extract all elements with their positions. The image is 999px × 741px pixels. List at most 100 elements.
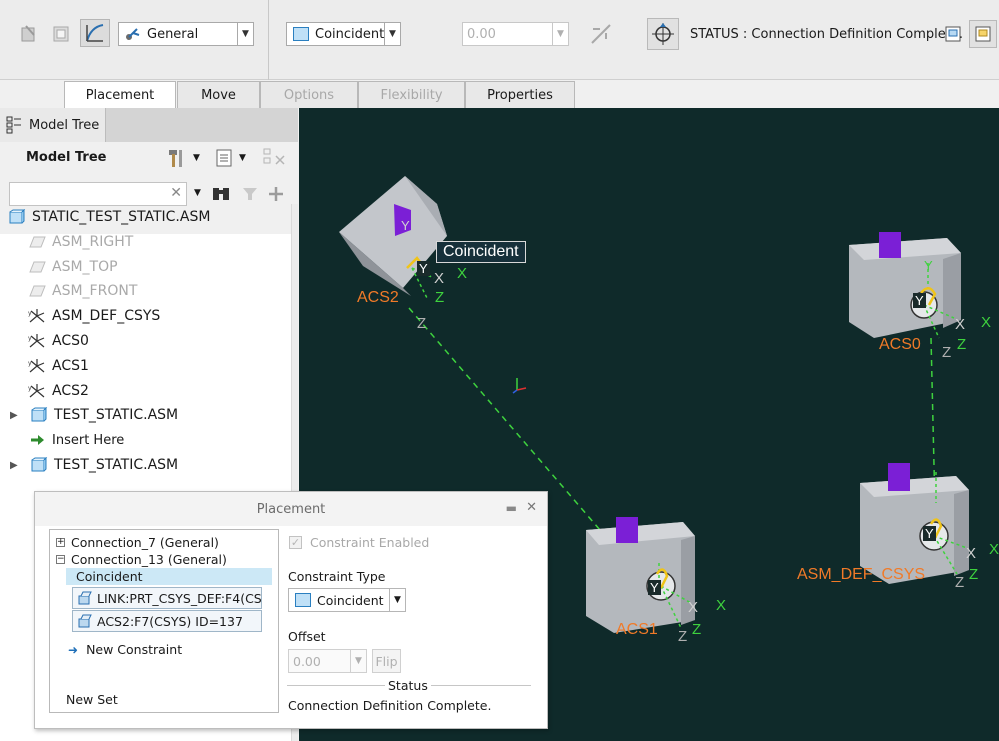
flip-button[interactable]: Flip bbox=[372, 649, 401, 673]
marker-block-icon bbox=[888, 463, 910, 491]
mechanism-connection-icon[interactable] bbox=[80, 19, 110, 47]
tab-move[interactable]: Move bbox=[177, 81, 260, 108]
reference-collector[interactable]: ACS2:F7(CSYS) ID=137 bbox=[72, 610, 262, 632]
cube-acs2[interactable] bbox=[339, 176, 447, 296]
tree-item[interactable]: ▶ TEST_STATIC.ASM bbox=[0, 403, 292, 427]
axis-z-label: Z bbox=[955, 574, 965, 591]
tree-item[interactable]: ASM_TOP bbox=[0, 255, 292, 279]
tree-item-label: ASM_TOP bbox=[52, 258, 118, 275]
component-drag-icon[interactable] bbox=[647, 18, 679, 50]
connection-type-value: General bbox=[147, 26, 199, 42]
tree-item[interactable]: STATIC_TEST_STATIC.ASM bbox=[0, 205, 292, 229]
expand-arrow-icon[interactable]: ▶ bbox=[10, 460, 18, 471]
tree-item[interactable]: ASM_FRONT bbox=[0, 279, 292, 303]
user-defined-icon[interactable] bbox=[14, 20, 44, 48]
tree-item[interactable]: Insert Here bbox=[0, 428, 292, 452]
axis-x-label: X bbox=[955, 316, 966, 333]
tree-search-input[interactable]: ✕ bbox=[9, 182, 187, 206]
tree-item-label: ASM_RIGHT bbox=[52, 233, 134, 250]
svg-text:y: y bbox=[28, 360, 32, 367]
tree-item[interactable]: ASM_RIGHT bbox=[0, 230, 292, 254]
placement-panel: Placement ▬ ✕ + Connection_7 (General) −… bbox=[34, 491, 548, 729]
tree-item-label: STATIC_TEST_STATIC.ASM bbox=[32, 209, 211, 225]
pin-icon[interactable]: ▬ bbox=[506, 501, 517, 515]
chevron-down-icon[interactable]: ▼ bbox=[384, 23, 400, 45]
offset-label: Offset bbox=[288, 629, 326, 644]
nav-tab-label: Model Tree bbox=[29, 117, 100, 133]
new-set-link[interactable]: New Set bbox=[66, 691, 118, 708]
constraint-type-dropdown[interactable]: Coincident ▼ bbox=[286, 22, 401, 46]
constraint-enabled-checkbox[interactable]: ✓ Constraint Enabled bbox=[289, 535, 429, 550]
tree-item[interactable]: y ACS1 bbox=[0, 354, 292, 378]
constraint-enabled-label: Constraint Enabled bbox=[310, 535, 430, 550]
tree-item[interactable]: y ASM_DEF_CSYS bbox=[0, 304, 292, 328]
constraint-type-label: Constraint Type bbox=[288, 569, 386, 584]
offset-input[interactable]: 0.00 ▼ bbox=[462, 22, 569, 46]
expand-arrow-icon[interactable]: ▶ bbox=[10, 410, 18, 421]
subassembly-icon bbox=[30, 407, 48, 423]
chevron-down-icon[interactable]: ▼ bbox=[389, 589, 405, 611]
coincident-icon bbox=[295, 593, 311, 607]
tree-item[interactable]: ▶ TEST_STATIC.ASM bbox=[0, 453, 292, 477]
set-item[interactable]: + Connection_7 (General) bbox=[56, 534, 219, 551]
chevron-down-icon[interactable]: ▼ bbox=[194, 188, 201, 198]
cube-acs0[interactable] bbox=[849, 232, 961, 338]
placement-panel-title: Placement bbox=[256, 501, 326, 517]
collapse-icon[interactable]: − bbox=[56, 555, 65, 564]
chevron-down-icon: ▼ bbox=[193, 153, 200, 163]
axis-y-label: Y bbox=[923, 526, 936, 541]
tab-options[interactable]: Options bbox=[260, 81, 358, 108]
tree-item-label: TEST_STATIC.ASM bbox=[54, 407, 179, 424]
offset-value: 0.00 bbox=[467, 26, 496, 42]
axis-x-label: X bbox=[989, 541, 999, 558]
marker-block-icon bbox=[879, 232, 901, 258]
tree-item[interactable]: y ACS2 bbox=[0, 379, 292, 403]
insert-arrow-icon bbox=[28, 432, 46, 448]
model-tree-nav-tab[interactable]: Model Tree bbox=[0, 108, 106, 142]
selected-constraint[interactable]: Coincident bbox=[66, 568, 272, 585]
csys-label-acs0[interactable]: ACS0 bbox=[879, 336, 921, 354]
constraint-type-value: Coincident bbox=[315, 26, 385, 42]
flip-icon[interactable] bbox=[586, 20, 616, 48]
new-constraint-link[interactable]: ➜ New Constraint bbox=[68, 641, 182, 658]
chevron-down-icon[interactable]: ▼ bbox=[237, 23, 253, 45]
reference-collector[interactable]: LINK:PRT_CSYS_DEF:F4(CSYS bbox=[72, 587, 262, 609]
csys-label-asm-def-csys[interactable]: ASM_DEF_CSYS bbox=[797, 566, 925, 584]
tree-filter-disabled-icon[interactable] bbox=[262, 146, 288, 170]
status-text: STATUS : Connection Definition Complete. bbox=[690, 27, 963, 42]
list-icon bbox=[216, 149, 232, 167]
chevron-down-icon[interactable]: ▼ bbox=[350, 650, 366, 672]
cube-acs1[interactable] bbox=[586, 517, 695, 633]
datum-plane-icon bbox=[28, 259, 46, 275]
separate-window-icon[interactable] bbox=[941, 22, 965, 46]
reference-label: LINK:PRT_CSYS_DEF:F4(CSYS bbox=[97, 590, 262, 606]
tree-item-label: ASM_DEF_CSYS bbox=[52, 308, 161, 325]
expand-icon[interactable]: + bbox=[56, 538, 65, 547]
axis-z-label: Z bbox=[678, 628, 688, 645]
show-menu-button[interactable]: ▼ bbox=[214, 146, 254, 170]
panel-constraint-type-dropdown[interactable]: Coincident ▼ bbox=[288, 588, 406, 612]
panel-offset-input[interactable]: 0.00 ▼ bbox=[288, 649, 367, 673]
tree-item[interactable]: y ACS0 bbox=[0, 329, 292, 353]
axis-y-label: Y bbox=[924, 258, 933, 273]
axis-x-label: X bbox=[434, 270, 445, 287]
arrow-right-icon: ➜ bbox=[68, 642, 79, 657]
show-component-window-icon[interactable] bbox=[969, 20, 997, 48]
tree-item-label: ASM_FRONT bbox=[52, 283, 138, 300]
csys-icon: y bbox=[28, 308, 46, 324]
model-tree-title: Model Tree bbox=[26, 150, 107, 165]
set-item[interactable]: − Connection_13 (General) bbox=[56, 551, 227, 568]
connection-type-dropdown[interactable]: General ▼ bbox=[118, 22, 254, 46]
tab-flexibility[interactable]: Flexibility bbox=[358, 81, 465, 108]
placement-sets-icon[interactable] bbox=[46, 20, 76, 48]
axis-z-label: Z bbox=[692, 621, 702, 638]
clear-icon[interactable]: ✕ bbox=[170, 185, 182, 201]
tab-properties[interactable]: Properties bbox=[465, 81, 575, 108]
csys-label-acs2[interactable]: ACS2 bbox=[357, 289, 399, 307]
svg-text:y: y bbox=[28, 335, 32, 342]
tab-placement[interactable]: Placement bbox=[64, 81, 176, 109]
settings-menu-button[interactable]: ▼ bbox=[166, 146, 206, 170]
chevron-down-icon[interactable]: ▼ bbox=[552, 23, 568, 45]
close-icon[interactable]: ✕ bbox=[526, 500, 537, 515]
csys-label-acs1[interactable]: ACS1 bbox=[616, 621, 658, 639]
